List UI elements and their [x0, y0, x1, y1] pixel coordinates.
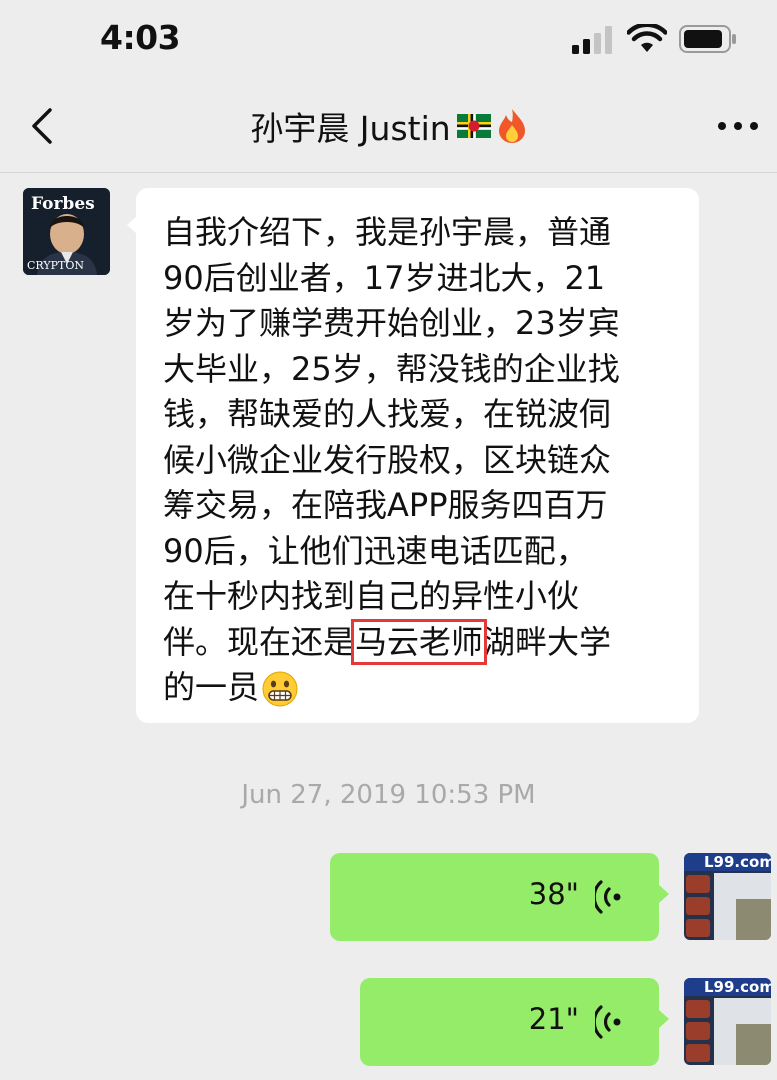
dominica-flag-icon [456, 114, 491, 138]
avatar-thumb [686, 919, 710, 937]
chat-title: 孙宇晨 Justin [150, 102, 627, 150]
avatar-photo [736, 899, 771, 940]
message-line: 在十秒内找到自己的异性小伙 [163, 577, 580, 615]
user-avatar[interactable]: L99.com [684, 978, 771, 1065]
fire-icon [498, 109, 525, 143]
message-line: 90后，让他们迅速电话匹配， [163, 531, 588, 570]
message-timestamp: Jun 27, 2019 10:53 PM [241, 780, 536, 810]
highlighted-phrase: 马云老师 [351, 618, 488, 665]
voice-duration: 38" [528, 877, 579, 911]
cover-footer: CRYPTON [27, 259, 85, 272]
message-text: 的一员 [163, 668, 260, 706]
avatar-thumb [686, 875, 710, 893]
avatar-brand-text: L99.com [704, 853, 771, 871]
avatar-thumb [686, 1022, 710, 1040]
more-options-button[interactable] [716, 120, 760, 132]
wifi-icon [627, 24, 667, 52]
cellular-signal-icon [572, 26, 612, 54]
voice-wave-icon [595, 1005, 621, 1039]
message-line: 90后创业者，17岁进北大，21 [163, 258, 606, 297]
voice-duration: 21" [528, 1002, 579, 1036]
contact-name: 孙宇晨 Justin [250, 109, 451, 148]
cover-title: Forbes [31, 194, 95, 214]
incoming-message-bubble[interactable]: 自我介绍下，我是孙宇晨，普通 90后创业者，17岁进北大，21 岁为了赚学费开始… [127, 188, 699, 723]
message-line: 大毕业，25岁，帮没钱的企业找 [163, 349, 620, 388]
battery-icon [679, 25, 736, 53]
voice-wave-icon [595, 880, 621, 914]
grimace-emoji-icon [262, 671, 298, 707]
voice-message-bubble[interactable]: 38" [330, 853, 669, 941]
back-button[interactable] [28, 106, 58, 146]
message-text: 湖畔大学 [483, 622, 612, 661]
message-line: 岁为了赚学费开始创业，23岁宾 [163, 304, 620, 342]
contact-avatar[interactable]: Forbes CRYPTON [23, 188, 110, 275]
message-line: 候小微企业发行股权，区块链众 [163, 440, 612, 479]
message-line: 筹交易，在陪我APP服务四百万 [163, 486, 608, 524]
user-avatar[interactable]: L99.com [684, 853, 771, 940]
avatar-brand-text: L99.com [704, 978, 771, 996]
message-text: 伴。现在还是 [163, 622, 356, 661]
message-line: 自我介绍下，我是孙宇晨，普通 [163, 213, 612, 251]
avatar-photo [736, 1024, 771, 1065]
chat-header: 孙宇晨 Justin [0, 80, 777, 173]
status-bar: 4:03 [0, 0, 777, 80]
avatar-thumb [686, 1000, 710, 1018]
message-line: 钱，帮缺爱的人找爱，在锐波伺 [163, 395, 612, 433]
avatar-thumb [686, 897, 710, 915]
message-line: 的一员 [163, 665, 679, 711]
message-line: 伴。现在还是马云老师湖畔大学 [163, 618, 679, 666]
voice-message-bubble[interactable]: 21" [360, 978, 669, 1066]
status-time: 4:03 [100, 18, 181, 57]
avatar-thumb [686, 1044, 710, 1062]
